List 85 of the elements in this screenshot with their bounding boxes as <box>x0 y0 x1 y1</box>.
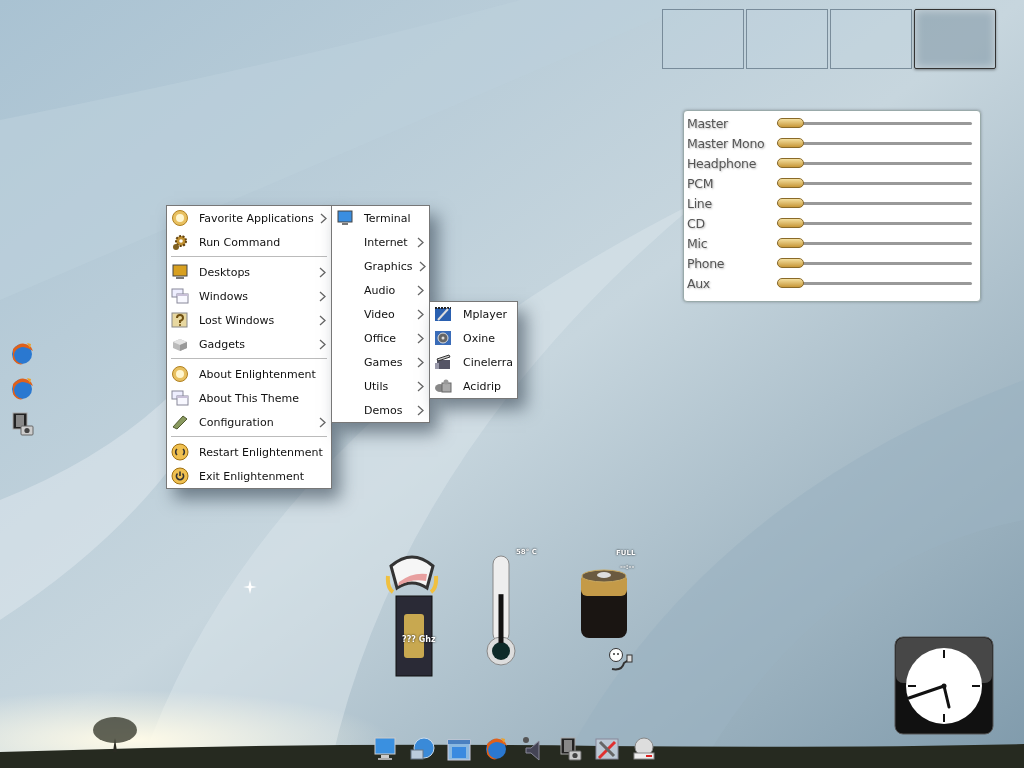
power-icon <box>171 467 189 485</box>
menu-item[interactable]: About This Theme <box>167 386 331 410</box>
menu-item[interactable]: Windows <box>167 284 331 308</box>
sun-icon <box>171 365 189 383</box>
channel-label: Phone <box>687 255 726 271</box>
menu-item[interactable]: Favorite Applications <box>167 206 331 230</box>
chevron-icon <box>417 332 424 344</box>
menu-item[interactable]: Oxine <box>430 326 517 350</box>
chevron-icon <box>319 212 327 224</box>
menu-item[interactable]: Demos <box>332 398 429 422</box>
slider-thumb[interactable] <box>777 217 804 228</box>
chevron-icon <box>417 284 424 296</box>
menu-item[interactable]: Audio <box>332 278 429 302</box>
menu-item[interactable]: Video <box>332 302 429 326</box>
menu-item[interactable]: Games <box>332 350 429 374</box>
sparkle-icon <box>243 580 257 594</box>
slider-thumb[interactable] <box>777 257 804 268</box>
menu-item[interactable]: About Enlightenment <box>167 362 331 386</box>
menu-item[interactable]: Internet <box>332 230 429 254</box>
volume-slider[interactable] <box>777 161 972 165</box>
chevron-icon <box>319 314 326 326</box>
menu-item[interactable]: Run Command <box>167 230 331 254</box>
chevron-icon <box>417 308 424 320</box>
menu-item[interactable]: Exit Enlightenment <box>167 464 331 488</box>
volume-slider[interactable] <box>777 241 972 245</box>
clapper-icon <box>434 353 452 371</box>
slider-thumb[interactable] <box>777 117 804 128</box>
chevron-icon <box>417 380 424 392</box>
menu-item[interactable]: Desktops <box>167 260 331 284</box>
chevron-icon <box>319 338 326 350</box>
menu-item[interactable]: Office <box>332 326 429 350</box>
channel-label: PCM <box>687 175 715 191</box>
chevron-icon <box>417 356 424 368</box>
windows-icon <box>171 389 189 407</box>
chevron-icon <box>417 236 424 248</box>
menu-item[interactable]: Lost Windows <box>167 308 331 332</box>
desktop-thumbnail[interactable] <box>662 9 744 69</box>
menu-item[interactable]: Gadgets <box>167 332 331 356</box>
volume-slider[interactable] <box>777 141 972 145</box>
channel-label: Master Mono <box>687 135 766 151</box>
desktop-thumbnail[interactable] <box>914 9 996 69</box>
menu-item[interactable]: Utils <box>332 374 429 398</box>
slider-thumb[interactable] <box>777 237 804 248</box>
channel-label: Line <box>687 195 713 211</box>
slider-thumb[interactable] <box>777 277 804 288</box>
menu-item[interactable]: Terminal <box>332 206 429 230</box>
desktop-thumbnail[interactable] <box>830 9 912 69</box>
channel-label: Mic <box>687 235 709 251</box>
slider-thumb[interactable] <box>777 157 804 168</box>
menu-item[interactable]: Restart Enlightenment <box>167 440 331 464</box>
channel-label: Aux <box>687 275 711 291</box>
chevron-icon <box>319 266 326 278</box>
chevron-icon <box>418 260 426 272</box>
power-plug-icon <box>608 647 634 672</box>
restart-icon <box>171 443 189 461</box>
reel-icon <box>434 329 452 347</box>
desktop-thumbnail[interactable] <box>746 9 828 69</box>
volume-slider[interactable] <box>777 121 972 125</box>
question-window-icon <box>171 311 189 329</box>
menu-item[interactable]: Graphics <box>332 254 429 278</box>
volume-slider[interactable] <box>777 201 972 205</box>
channel-label: CD <box>687 215 706 231</box>
menu-item[interactable]: Cinelerra <box>430 350 517 374</box>
menu-item[interactable]: Acidrip <box>430 374 517 398</box>
channel-label: Headphone <box>687 155 758 171</box>
monitor-icon <box>336 209 354 227</box>
volume-slider[interactable] <box>777 261 972 265</box>
volume-slider[interactable] <box>777 181 972 185</box>
volume-slider[interactable] <box>777 281 972 285</box>
chevron-icon <box>417 404 424 416</box>
film-icon <box>434 305 452 323</box>
battery-drawing <box>579 568 629 640</box>
slider-thumb[interactable] <box>777 197 804 208</box>
gear-icon <box>171 233 189 251</box>
chevron-icon <box>319 290 326 302</box>
sun-icon <box>171 209 189 227</box>
slider-thumb[interactable] <box>777 137 804 148</box>
chevron-icon <box>319 416 326 428</box>
menu-item[interactable]: Mplayer <box>430 302 517 326</box>
volume-slider[interactable] <box>777 221 972 225</box>
monitor-icon <box>171 263 189 281</box>
menu-item[interactable]: Configuration <box>167 410 331 434</box>
windows-icon <box>171 287 189 305</box>
slider-thumb[interactable] <box>777 177 804 188</box>
channel-label: Master <box>687 115 729 131</box>
